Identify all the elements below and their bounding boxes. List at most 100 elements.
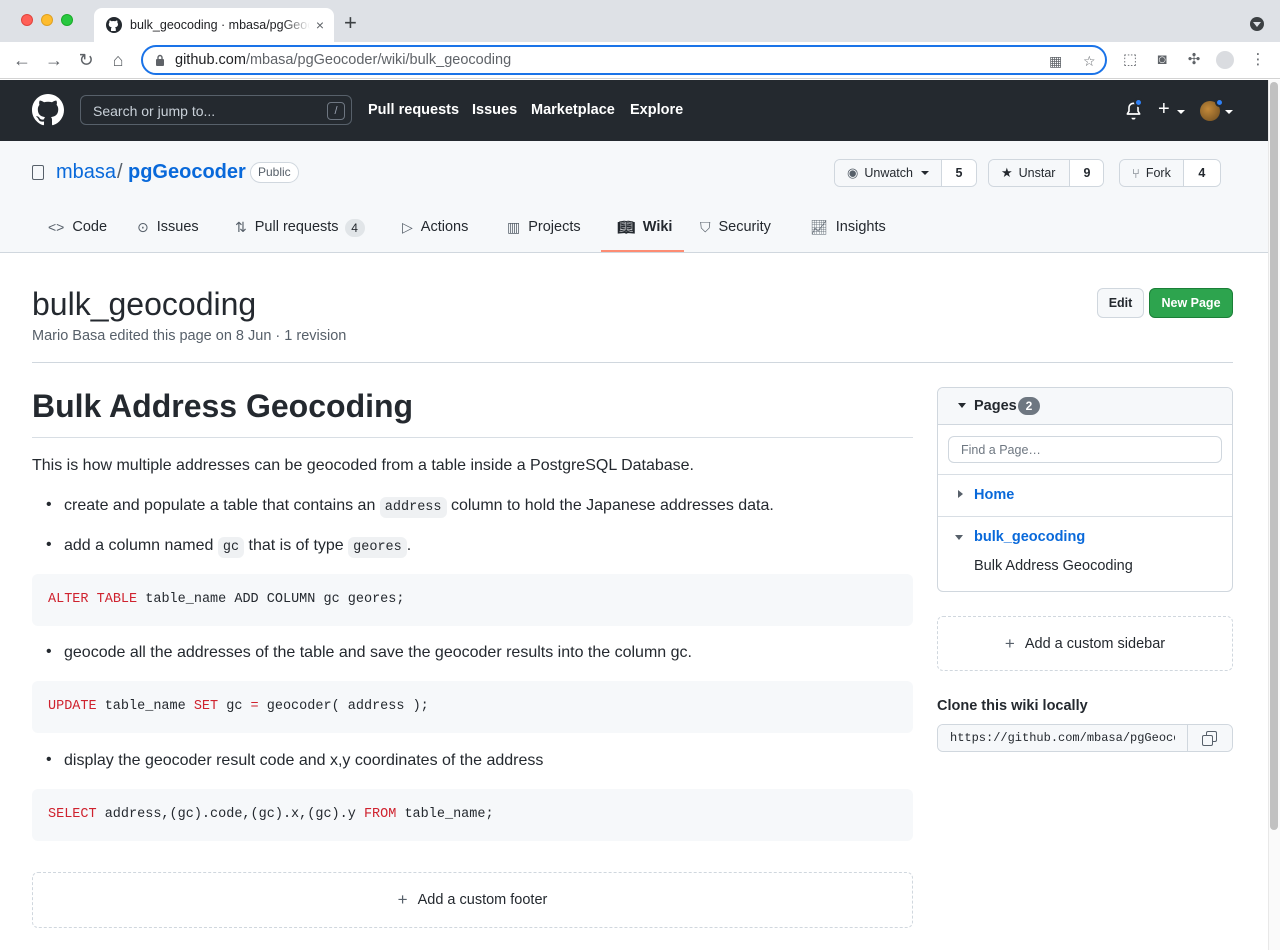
issue-opened-icon: ⊙ (137, 219, 149, 235)
pages-sidebar: Pages 2 Home bulk_geocoding Bulk Address… (937, 387, 1233, 592)
qr-code-icon[interactable]: ▦ (1049, 53, 1062, 70)
inline-code: geores (348, 537, 407, 558)
tab-actions-label: Actions (420, 219, 469, 235)
code-text: table_name (96, 699, 194, 714)
list-item-text: create and populate a table that contain… (64, 497, 380, 514)
shield-icon: ⛉ (700, 219, 711, 235)
clone-url-input[interactable] (938, 725, 1187, 751)
watchers-count[interactable]: 5 (941, 160, 976, 186)
maximize-window-button[interactable] (61, 14, 73, 26)
create-new-plus-icon[interactable]: + (1158, 98, 1170, 121)
profile-avatar-icon[interactable] (1216, 51, 1234, 69)
inline-code: address (379, 497, 447, 518)
fork-icon: ⑂ (1132, 165, 1140, 181)
unwatch-label: Unwatch (864, 166, 913, 180)
tab-projects[interactable]: ▥ Projects (507, 219, 581, 253)
star-filled-icon: ★ (1001, 165, 1013, 180)
code-text: gc (218, 699, 251, 714)
browser-menu-icon[interactable]: ⋮ (1249, 51, 1267, 69)
home-icon[interactable]: ⌂ (108, 50, 128, 70)
tab-code[interactable]: <> Code (48, 219, 107, 253)
new-page-button[interactable]: New Page (1149, 288, 1233, 318)
new-tab-button[interactable]: + (344, 12, 357, 34)
browser-tab-title: bulk_geocoding · mbasa/pgGeocoder (130, 18, 310, 32)
find-page-input[interactable] (948, 436, 1222, 463)
camera-icon[interactable]: ◙ (1153, 51, 1171, 69)
forks-count[interactable]: 4 (1183, 160, 1220, 186)
code-text: table_name; (396, 807, 494, 822)
page-link-home[interactable]: Home (974, 487, 1014, 503)
expand-triangle-icon[interactable] (958, 490, 963, 498)
scrollbar-thumb[interactable] (1270, 82, 1278, 830)
address-bar-url: github.com/mbasa/pgGeocoder/wiki/bulk_ge… (175, 52, 511, 68)
address-bar[interactable]: github.com/mbasa/pgGeocoder/wiki/bulk_ge… (141, 45, 1107, 75)
minimize-window-button[interactable] (41, 14, 53, 26)
add-custom-footer-label: Add a custom footer (417, 892, 548, 908)
add-custom-sidebar-button[interactable]: + Add a custom sidebar (937, 616, 1233, 671)
nav-marketplace[interactable]: Marketplace (531, 102, 615, 118)
list-item: geocode all the addresses of the table a… (46, 643, 692, 662)
repo-icon (32, 165, 44, 180)
code-keyword: SET (193, 699, 219, 714)
repo-owner-link[interactable]: mbasa (56, 161, 116, 184)
tab-search-icon[interactable] (1250, 17, 1264, 31)
edit-button[interactable]: Edit (1097, 288, 1144, 318)
back-icon[interactable]: ← (12, 50, 32, 70)
close-tab-icon[interactable]: × (316, 17, 324, 33)
copy-to-clipboard-button[interactable] (1187, 725, 1232, 751)
tab-wiki-label: Wiki (642, 219, 673, 235)
search-input[interactable]: Search or jump to... / (80, 95, 352, 125)
collapse-triangle-icon (958, 403, 966, 408)
star-button-group: ★ Unstar 9 (988, 159, 1105, 187)
fork-button[interactable]: ⑂ Fork (1120, 160, 1184, 186)
intro-paragraph: This is how multiple addresses can be ge… (32, 457, 694, 474)
plus-icon: + (1004, 633, 1015, 653)
unwatch-button[interactable]: ◉ Unwatch (835, 160, 942, 186)
reload-icon[interactable]: ↻ (76, 50, 96, 70)
tab-issues[interactable]: ⊙ Issues (137, 219, 199, 253)
unstar-button[interactable]: ★ Unstar (989, 160, 1071, 186)
repo-name-link[interactable]: pgGeocoder (128, 161, 246, 184)
url-path: /mbasa/pgGeocoder/wiki/bulk_geocoding (245, 52, 512, 68)
fork-label: Fork (1145, 166, 1171, 180)
add-custom-footer-button[interactable]: + Add a custom footer (32, 872, 913, 928)
tab-wiki[interactable]: 📖︎ Wiki (617, 219, 672, 253)
page-edit-meta: Mario Basa edited this page on 8 Jun · 1… (32, 328, 347, 344)
code-keyword: FROM (363, 807, 397, 822)
page-heading-link[interactable]: Bulk Address Geocoding (974, 558, 1133, 574)
page-link-bulk-geocoding[interactable]: bulk_geocoding (974, 529, 1085, 545)
list-item: add a column named gc that is of type ge… (46, 536, 412, 558)
visibility-badge: Public (250, 162, 299, 183)
bookmark-star-icon[interactable]: ☆ (1083, 53, 1096, 70)
tab-security[interactable]: ⛉ Security (700, 219, 771, 253)
inline-code: gc (217, 537, 245, 558)
tab-pull-requests[interactable]: ⇅ Pull requests 4 (235, 219, 365, 253)
pages-toggle[interactable]: Pages 2 (938, 388, 1232, 425)
tab-insights[interactable]: 📈︎ Insights (810, 219, 886, 253)
watch-button-group: ◉ Unwatch 5 (834, 159, 977, 187)
code-keyword: TABLE (96, 592, 138, 607)
github-logo-icon[interactable] (32, 94, 64, 126)
nav-issues[interactable]: Issues (472, 102, 517, 118)
url-host: github.com (175, 52, 246, 68)
table-icon: ▥ (507, 219, 521, 235)
nav-pull-requests[interactable]: Pull requests (368, 102, 459, 118)
nav-explore[interactable]: Explore (630, 102, 683, 118)
tab-actions[interactable]: ▷ Actions (402, 219, 468, 253)
code-block: ALTER TABLE table_name ADD COLUMN gc geo… (32, 574, 913, 626)
divider (938, 474, 1232, 475)
list-item: create and populate a table that contain… (46, 496, 774, 518)
create-new-caret-icon (1177, 110, 1185, 114)
tab-projects-label: Projects (528, 219, 581, 235)
collapse-triangle-icon[interactable] (955, 535, 963, 540)
forward-icon[interactable]: → (44, 50, 64, 70)
pull-requests-counter: 4 (344, 219, 365, 237)
extensions-icon[interactable]: ✣ (1185, 51, 1203, 69)
unstar-label: Unstar (1018, 166, 1056, 180)
close-window-button[interactable] (21, 14, 33, 26)
browser-tab[interactable]: bulk_geocoding · mbasa/pgGeocoder × (94, 8, 334, 42)
code-text: address,(gc).code,(gc).x,(gc).y (96, 807, 364, 822)
list-item-text: . (406, 537, 412, 554)
screen-capture-icon[interactable]: ⬚ (1121, 51, 1139, 69)
stargazers-count[interactable]: 9 (1070, 160, 1104, 186)
